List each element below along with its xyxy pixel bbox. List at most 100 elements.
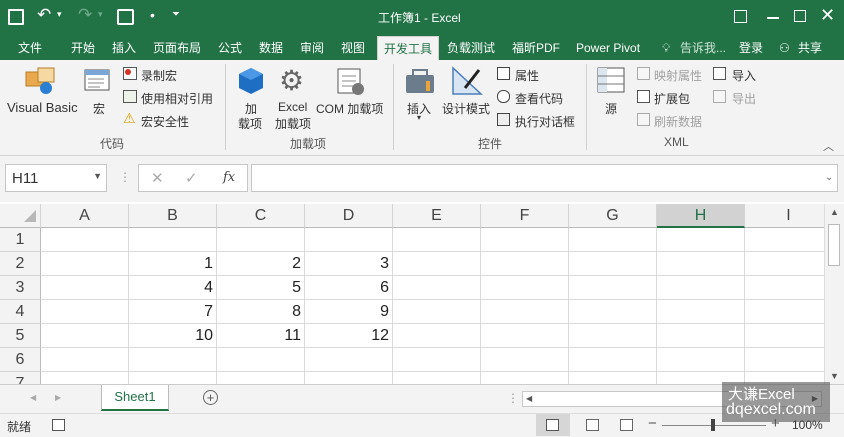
login-link[interactable]: 登录: [739, 36, 763, 60]
row-header-7[interactable]: 7: [0, 372, 41, 384]
cell-d4[interactable]: 9: [305, 300, 393, 324]
column-header-f[interactable]: F: [481, 204, 569, 228]
maximize-icon[interactable]: [794, 10, 806, 22]
scroll-up-icon[interactable]: ▲: [830, 207, 839, 217]
share-button[interactable]: 共享: [798, 36, 822, 60]
visual-basic-icon[interactable]: [24, 66, 58, 96]
expansion-packs-button[interactable]: 扩展包: [654, 90, 690, 107]
tab-file[interactable]: 文件: [18, 36, 42, 60]
tell-me-box[interactable]: 告诉我...: [680, 36, 726, 60]
collapse-ribbon-icon[interactable]: ︿: [823, 138, 834, 154]
excel-addins-icon[interactable]: ⚙: [279, 64, 304, 97]
import-button[interactable]: 导入: [732, 67, 756, 84]
row-header-2[interactable]: 2: [0, 252, 41, 276]
excel-addins-button-line2[interactable]: 加载项: [275, 115, 311, 132]
tab-foxit-pdf[interactable]: 福昕PDF: [512, 36, 560, 60]
excel-addins-button-line1[interactable]: Excel: [278, 100, 307, 114]
addins-icon[interactable]: [237, 67, 265, 97]
cell-d3[interactable]: 6: [305, 276, 393, 300]
column-header-a[interactable]: A: [41, 204, 129, 228]
com-addins-button[interactable]: COM 加载项: [316, 100, 383, 117]
cell-c2[interactable]: 2: [217, 252, 305, 276]
cell-d5[interactable]: 12: [305, 324, 393, 348]
cell-b3[interactable]: 4: [129, 276, 217, 300]
worksheet-grid[interactable]: ABCDEFGHI 1234567 1 2 3 4 5 6 7 8 9 10 11 12: [0, 204, 824, 384]
cell-b4[interactable]: 7: [129, 300, 217, 324]
scroll-left-icon[interactable]: ◀: [526, 394, 532, 403]
enter-icon[interactable]: ✓: [185, 169, 198, 187]
column-header-c[interactable]: C: [217, 204, 305, 228]
source-icon[interactable]: [597, 66, 627, 96]
column-header-e[interactable]: E: [393, 204, 481, 228]
insert-function-button[interactable]: fx: [223, 170, 235, 185]
visual-basic-button[interactable]: Visual Basic: [7, 100, 78, 115]
name-box[interactable]: H11 ▼: [5, 164, 107, 192]
tab-review[interactable]: 审阅: [300, 36, 324, 60]
scroll-thumb[interactable]: [828, 224, 840, 266]
column-header-g[interactable]: G: [569, 204, 657, 228]
cell-d2[interactable]: 3: [305, 252, 393, 276]
save-icon[interactable]: [8, 9, 24, 25]
row-header-4[interactable]: 4: [0, 300, 41, 324]
record-macro-button[interactable]: 录制宏: [141, 67, 177, 84]
run-dialog-button[interactable]: 执行对话框: [515, 113, 575, 130]
undo-dropdown-icon[interactable]: ▾: [57, 9, 62, 20]
cell-c3[interactable]: 5: [217, 276, 305, 300]
macros-button[interactable]: 宏: [93, 100, 105, 117]
tab-load-test[interactable]: 负载测试: [447, 36, 495, 60]
tab-formulas[interactable]: 公式: [218, 36, 242, 60]
cell-c5[interactable]: 11: [217, 324, 305, 348]
name-box-dropdown-icon[interactable]: ▼: [93, 171, 102, 181]
minimize-icon[interactable]: [767, 17, 779, 19]
quick-tool-icon[interactable]: [117, 9, 134, 25]
tab-insert[interactable]: 插入: [112, 36, 136, 60]
properties-button[interactable]: 属性: [515, 67, 539, 84]
insert-dropdown-icon[interactable]: ▾: [417, 113, 421, 122]
source-button[interactable]: 源: [605, 100, 617, 117]
tab-power-pivot[interactable]: Power Pivot: [576, 36, 640, 60]
expand-formula-bar-icon[interactable]: ⌄: [825, 172, 833, 183]
row-header-6[interactable]: 6: [0, 348, 41, 372]
cell-c4[interactable]: 8: [217, 300, 305, 324]
sheet-tab-sheet1[interactable]: Sheet1: [101, 385, 169, 411]
addins-button-line2[interactable]: 载项: [238, 115, 262, 132]
vertical-scrollbar[interactable]: ▲ ▼: [824, 204, 844, 384]
zoom-out-icon[interactable]: −: [648, 415, 657, 432]
formula-input[interactable]: [251, 164, 838, 192]
row-header-5[interactable]: 5: [0, 324, 41, 348]
macro-recording-icon[interactable]: [52, 419, 65, 431]
next-sheet-icon[interactable]: ▶: [55, 393, 61, 402]
page-break-view-icon[interactable]: [620, 419, 633, 431]
undo-icon[interactable]: ↶: [37, 5, 51, 25]
ribbon-display-icon[interactable]: [734, 10, 747, 23]
column-header-b[interactable]: B: [129, 204, 217, 228]
scroll-down-icon[interactable]: ▼: [830, 371, 839, 381]
dot-icon[interactable]: •: [150, 7, 155, 23]
design-mode-button[interactable]: 设计模式: [442, 100, 490, 117]
tab-developer[interactable]: 开发工具: [377, 36, 439, 60]
macro-security-button[interactable]: 宏安全性: [141, 113, 189, 130]
close-icon[interactable]: ✕: [820, 5, 835, 26]
macros-icon[interactable]: [84, 68, 112, 96]
cancel-icon[interactable]: ✕: [151, 169, 164, 187]
column-header-i[interactable]: I: [745, 204, 824, 228]
com-addins-icon[interactable]: [336, 67, 366, 97]
column-header-h[interactable]: H: [657, 204, 745, 228]
tab-data[interactable]: 数据: [259, 36, 283, 60]
column-header-d[interactable]: D: [305, 204, 393, 228]
insert-control-icon[interactable]: [404, 67, 436, 97]
add-sheet-button[interactable]: +: [203, 390, 218, 405]
tab-home[interactable]: 开始: [71, 36, 95, 60]
zoom-slider-thumb[interactable]: [711, 419, 715, 431]
prev-sheet-icon[interactable]: ◀: [30, 393, 36, 402]
view-code-button[interactable]: 查看代码: [515, 90, 563, 107]
relative-reference-button[interactable]: 使用相对引用: [141, 90, 213, 107]
cell-b2[interactable]: 1: [129, 252, 217, 276]
design-mode-icon[interactable]: [451, 66, 483, 96]
row-header-3[interactable]: 3: [0, 276, 41, 300]
tab-view[interactable]: 视图: [341, 36, 365, 60]
cell-b5[interactable]: 10: [129, 324, 217, 348]
row-header-1[interactable]: 1: [0, 228, 41, 252]
page-layout-view-icon[interactable]: [586, 419, 599, 431]
customize-qat-icon[interactable]: ⏷: [172, 9, 180, 20]
